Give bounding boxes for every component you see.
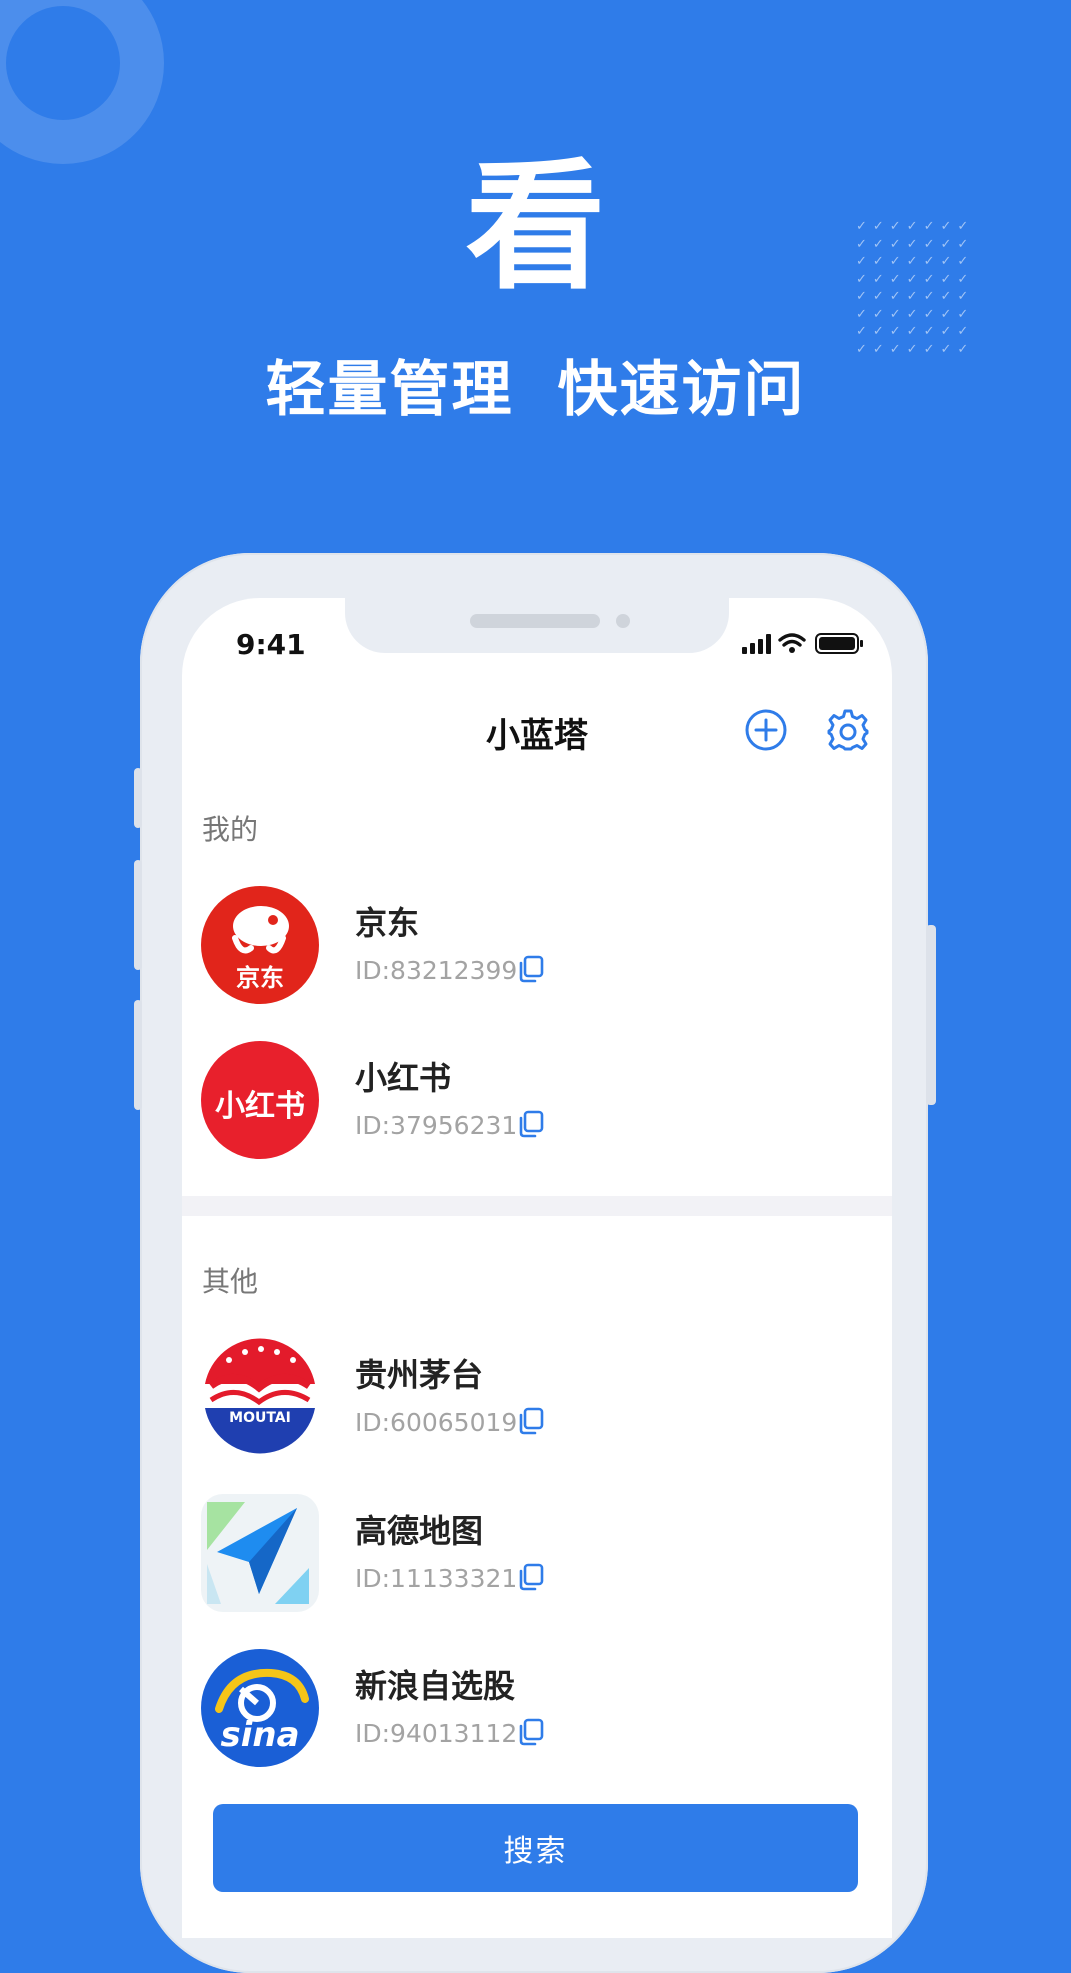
item-name: 贵州茅台 bbox=[355, 1356, 484, 1394]
copy-icon[interactable] bbox=[516, 1406, 546, 1436]
item-name: 京东 bbox=[355, 904, 420, 942]
battery-icon bbox=[815, 633, 863, 654]
item-id: ID:83212399 bbox=[355, 956, 518, 985]
amap-logo bbox=[201, 1494, 319, 1612]
list-item-sina[interactable]: sina 新浪自选股 ID:94013112 bbox=[182, 1649, 892, 1789]
copy-icon[interactable] bbox=[516, 1717, 546, 1747]
signal-icon bbox=[742, 634, 771, 654]
item-id: ID:94013112 bbox=[355, 1719, 518, 1748]
section-title-mine: 我的 bbox=[202, 813, 259, 846]
copy-icon[interactable] bbox=[516, 954, 546, 984]
phone-side-button bbox=[134, 768, 142, 828]
list-item-xiaohongshu[interactable]: 小红书 小红书 ID:37956231 bbox=[182, 1041, 892, 1181]
jd-logo-text: 京东 bbox=[236, 964, 284, 992]
plus-circle-icon[interactable] bbox=[744, 708, 788, 752]
phone-speaker bbox=[470, 614, 600, 628]
status-time: 9:41 bbox=[236, 628, 306, 661]
jd-logo: 京东 bbox=[201, 886, 319, 1004]
item-name: 小红书 bbox=[355, 1059, 452, 1097]
xiaohongshu-logo: 小红书 bbox=[201, 1041, 319, 1159]
decorative-ring bbox=[0, 0, 164, 164]
slogan-part-1: 轻量管理 bbox=[265, 355, 514, 425]
copy-icon[interactable] bbox=[516, 1109, 546, 1139]
hero-character: 看 bbox=[465, 146, 606, 309]
moutai-emblem-icon bbox=[205, 1338, 315, 1454]
list-item-amap[interactable]: 高德地图 ID:11133321 bbox=[182, 1494, 892, 1634]
gear-icon[interactable] bbox=[826, 708, 870, 752]
phone-volume-up bbox=[134, 860, 142, 970]
wifi-dot bbox=[789, 647, 795, 653]
search-button[interactable]: 搜索 bbox=[213, 1804, 858, 1892]
hero-slogan: 轻量管理 快速访问 bbox=[0, 354, 1071, 426]
item-id: ID:11133321 bbox=[355, 1564, 518, 1593]
item-name: 新浪自选股 bbox=[355, 1667, 516, 1705]
xiaohongshu-logo-text: 小红书 bbox=[215, 1089, 305, 1124]
section-divider bbox=[182, 1196, 892, 1216]
item-name: 高德地图 bbox=[355, 1512, 484, 1550]
list-item-moutai[interactable]: MOUTAI 贵州茅台 ID:60065019 bbox=[182, 1338, 892, 1478]
status-icons bbox=[742, 633, 863, 654]
wifi-icon bbox=[778, 633, 806, 647]
slogan-part-2: 快速访问 bbox=[557, 355, 806, 425]
phone-camera bbox=[616, 614, 630, 628]
amap-paper-plane-icon bbox=[207, 1502, 309, 1604]
item-id: ID:60065019 bbox=[355, 1408, 518, 1437]
sina-logo: sina bbox=[201, 1649, 319, 1767]
phone-power-button bbox=[926, 925, 936, 1105]
item-id: ID:37956231 bbox=[355, 1111, 518, 1140]
section-title-others: 其他 bbox=[202, 1265, 259, 1298]
sina-logo-text: sina bbox=[220, 1715, 300, 1755]
copy-icon[interactable] bbox=[516, 1562, 546, 1592]
moutai-logo-text: MOUTAI bbox=[229, 1410, 291, 1426]
phone-volume-down bbox=[134, 1000, 142, 1110]
list-item-jd[interactable]: 京东 京东 ID:83212399 bbox=[182, 886, 892, 1026]
moutai-logo: MOUTAI bbox=[201, 1338, 319, 1456]
